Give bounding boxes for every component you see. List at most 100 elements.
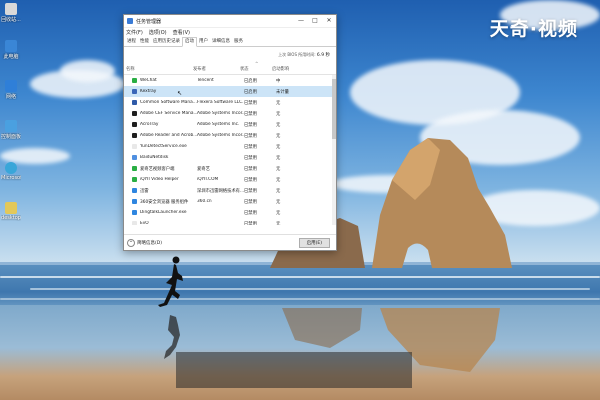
menu-view[interactable]: 查看(V)	[173, 29, 190, 36]
app-icon	[132, 122, 137, 127]
table-row[interactable]: iQIYI Video Helper iQIYI.COM 已禁用 无	[124, 174, 336, 185]
tab-services[interactable]: 服务	[232, 38, 245, 46]
table-row[interactable]: EvO 已禁用 无	[124, 218, 336, 225]
desktop-icon-control-panel[interactable]: 控制面板	[1, 120, 21, 140]
desktop-icon-label: Microsoft Edge	[1, 175, 21, 181]
chevron-up-icon: ^	[127, 238, 135, 247]
bios-time-label: 上次 BIOS 所用时间:	[278, 52, 316, 57]
folder-icon	[5, 202, 17, 214]
desktop-icon-label: 控制面板	[1, 134, 21, 140]
tab-processes[interactable]: 进程	[125, 38, 138, 46]
app-icon	[132, 221, 137, 225]
maximize-button[interactable]: □	[308, 15, 322, 27]
column-name[interactable]: 名称	[124, 66, 193, 72]
task-manager-icon	[127, 18, 133, 24]
watermark-logo: 天奇·视频	[489, 18, 578, 40]
cell-publisher: Flexera Software LLC.	[197, 100, 244, 105]
cell-status: 已禁用	[244, 188, 257, 194]
subtitle-overlay	[176, 352, 412, 388]
app-icon	[132, 133, 137, 138]
table-row[interactable]: Common Software Mana... Flexera Software …	[124, 97, 336, 108]
tab-app-history[interactable]: 应用历史记录	[151, 38, 182, 46]
startup-list: WeChat Tencent 已启用中 Kextray 已启用 未计量 Common Sof…	[124, 75, 336, 225]
computer-icon	[5, 40, 17, 52]
cell-name: 迅雷	[140, 188, 149, 194]
cell-name: DingtalkLauncher.exe	[140, 210, 187, 215]
fewer-details-label: 简略信息(D)	[137, 240, 162, 246]
cell-publisher: Adobe Systems Incor...	[197, 111, 244, 116]
cell-publisher: 深圳市迅雷网络技术有...	[197, 188, 244, 194]
desktop-icon-folder[interactable]: desktop	[1, 202, 21, 221]
desktop-icon-recycle-bin[interactable]: 回收站...	[1, 3, 21, 23]
cell-impact: 无	[276, 166, 281, 172]
cell-name: EvO	[140, 221, 149, 225]
table-row[interactable]: 360安全浏览器 服务组件 360.cn 已禁用 无	[124, 196, 336, 207]
scrollbar-thumb[interactable]	[332, 79, 336, 139]
column-status[interactable]: 状态	[240, 66, 272, 72]
sort-arrow-icon: ^	[255, 61, 259, 66]
table-row[interactable]: WeChat Tencent 已启用 中	[124, 75, 336, 86]
cell-publisher: 爱奇艺	[197, 166, 210, 172]
table-row[interactable]: 爱奇艺视频客户端 爱奇艺 已禁用 无	[124, 163, 336, 174]
close-button[interactable]: ✕	[322, 15, 336, 27]
cell-impact: 无	[276, 188, 281, 194]
cell-status: 已禁用	[244, 144, 257, 150]
cell-status: 已禁用	[244, 155, 257, 161]
cell-name: 爱奇艺视频客户端	[140, 166, 175, 172]
mouse-cursor-icon: ↖	[177, 90, 183, 97]
cell-name: BaiduNetdisk	[140, 155, 169, 160]
cell-name: iQIYI Video Helper	[140, 177, 179, 182]
column-header: ^ 名称 发布者 状态 启动影响	[124, 61, 336, 75]
title-bar[interactable]: 任务管理器 — □ ✕	[124, 15, 336, 28]
cell-status: 已禁用	[244, 177, 257, 183]
cell-status: 已禁用	[244, 122, 257, 128]
cell-name: Common Software Mana...	[140, 100, 197, 105]
cell-impact: 无	[276, 155, 281, 161]
cell-status: 已启用	[244, 89, 257, 95]
cell-impact: 无	[276, 122, 281, 128]
bios-time: 上次 BIOS 所用时间: 6.9 秒	[124, 47, 336, 63]
cell-impact: 未计量	[276, 89, 289, 95]
column-impact[interactable]: 启动影响	[272, 66, 336, 72]
cell-publisher: Adobe Systems Incor...	[197, 133, 244, 138]
desktop-icon-label: 此电脑	[3, 54, 19, 60]
edge-icon	[5, 162, 17, 174]
desktop-icon-edge[interactable]: Microsoft Edge	[1, 162, 21, 181]
cell-name: YunDetectService.exe	[140, 144, 187, 149]
recycle-bin-icon	[5, 3, 17, 15]
cell-status: 已禁用	[244, 166, 257, 172]
desktop-icon-network[interactable]: 网络	[1, 80, 21, 100]
table-row[interactable]: Adobe CEF Service Mana... Adobe Systems I…	[124, 108, 336, 119]
tab-performance[interactable]: 性能	[138, 38, 151, 46]
desktop-icon-label: 回收站...	[1, 17, 21, 23]
column-publisher[interactable]: 发布者	[193, 66, 240, 72]
cell-name: Kextray	[140, 89, 157, 94]
cell-impact: 无	[276, 210, 281, 216]
table-row[interactable]: DingtalkLauncher.exe 已禁用 无	[124, 207, 336, 218]
fewer-details-toggle[interactable]: ^ 简略信息(D)	[124, 238, 162, 247]
enable-button[interactable]: 启用(E)	[298, 237, 330, 248]
table-row[interactable]: 迅雷 深圳市迅雷网络技术有... 已禁用 无	[124, 185, 336, 196]
table-row[interactable]: BaiduNetdisk 已禁用 无	[124, 152, 336, 163]
task-manager-window: 任务管理器 — □ ✕ 文件(F) 选项(O) 查看(V) 进程 性能 应用历史…	[123, 14, 337, 251]
table-row[interactable]: Kextray 已启用 未计量	[124, 86, 336, 97]
cell-name: WeChat	[140, 78, 157, 83]
cell-name: Adobe Reader and Acrob...	[140, 133, 197, 138]
menu-file[interactable]: 文件(F)	[126, 29, 143, 36]
table-row[interactable]: Adobe Reader and Acrob... Adobe Systems I…	[124, 130, 336, 141]
cell-status: 已禁用	[244, 221, 257, 226]
menu-options[interactable]: 选项(O)	[149, 29, 167, 36]
table-row[interactable]: AcroTray Adobe Systems Inc. 已禁用 无	[124, 119, 336, 130]
tab-details[interactable]: 详细信息	[210, 38, 232, 46]
cell-impact: 中	[276, 78, 281, 84]
minimize-button[interactable]: —	[294, 15, 308, 27]
tab-startup[interactable]: 启动	[182, 37, 197, 47]
window-title: 任务管理器	[136, 18, 162, 25]
table-row[interactable]: YunDetectService.exe 已禁用 无	[124, 141, 336, 152]
cell-status: 已禁用	[244, 199, 257, 205]
desktop-icon-this-pc[interactable]: 此电脑	[1, 40, 21, 60]
cell-name: 360安全浏览器 服务组件	[140, 199, 189, 205]
bios-time-value: 6.9 秒	[316, 53, 330, 58]
cell-name: Adobe CEF Service Mana...	[140, 111, 197, 116]
tab-users[interactable]: 用户	[197, 38, 210, 46]
